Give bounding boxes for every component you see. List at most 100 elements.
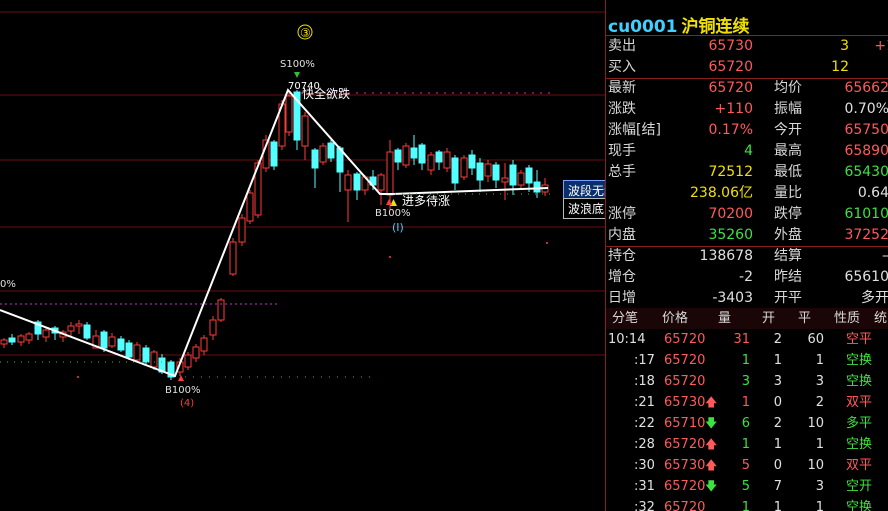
quote-label: 涨停 bbox=[608, 206, 636, 222]
quote-value: 70200 bbox=[708, 206, 753, 222]
candle-body bbox=[435, 151, 443, 163]
header-time[interactable]: 分笔 bbox=[612, 308, 638, 329]
candle-body bbox=[451, 157, 459, 184]
tick-price: 65720 bbox=[664, 332, 706, 347]
tick-row[interactable]: :30 65730 🡅 5 0 10 双平 bbox=[606, 455, 888, 476]
quote-value: -3403 bbox=[712, 290, 753, 306]
quote-label: 今开 bbox=[774, 122, 802, 138]
candle-body bbox=[327, 142, 335, 159]
candle-body bbox=[270, 141, 278, 167]
quote-row: 涨停 70200 跌停 61010 bbox=[606, 204, 888, 225]
tick-close: 2 bbox=[815, 395, 824, 410]
candle-body bbox=[301, 115, 309, 147]
tick-time: :18 bbox=[634, 374, 655, 389]
tick-price: 65720 bbox=[664, 374, 706, 389]
tick-volume: 5 bbox=[741, 458, 750, 473]
quote-label: 总手 bbox=[608, 164, 636, 180]
candle-body bbox=[246, 192, 254, 222]
candle-body bbox=[377, 174, 385, 191]
candle-body bbox=[125, 342, 133, 358]
quote-row: 卖出 65730 3 +1 bbox=[606, 36, 888, 57]
quote-label: 日增 bbox=[608, 290, 636, 306]
tick-volume: 1 bbox=[741, 437, 750, 452]
tick-time: :30 bbox=[634, 458, 655, 473]
tick-volume: 3 bbox=[741, 374, 750, 389]
header-open[interactable]: 开 bbox=[762, 308, 775, 329]
tick-row[interactable]: :21 65730 🡅 1 0 2 双平 bbox=[606, 392, 888, 413]
quote-row: 涨跌 +110 振幅 0.70% bbox=[606, 99, 888, 120]
candle-body bbox=[418, 144, 426, 164]
quote-value: 0.17% bbox=[708, 122, 753, 138]
wave-label-bottom: (4) bbox=[180, 398, 194, 409]
candle-body bbox=[209, 319, 217, 336]
tick-row[interactable]: 10:14 65720 31 2 60 空平 bbox=[606, 329, 888, 350]
candle-body bbox=[394, 149, 402, 163]
tick-open: 7 bbox=[773, 479, 782, 494]
candle-body bbox=[311, 149, 319, 169]
quote-value: 65750 bbox=[844, 122, 888, 138]
tick-row[interactable]: :22 65710 🡇 6 2 10 多平 bbox=[606, 413, 888, 434]
tick-row[interactable]: :32 65720 1 1 1 空换 bbox=[606, 497, 888, 511]
quote-value: 35260 bbox=[708, 227, 753, 243]
header-nature[interactable]: 性质 bbox=[834, 308, 860, 329]
tick-row[interactable]: :18 65720 3 3 3 空换 bbox=[606, 371, 888, 392]
wave-label-mid: (Ⅰ) bbox=[392, 221, 404, 234]
peak-tag: S100% bbox=[280, 59, 315, 70]
tick-row[interactable]: :31 65720 🡇 5 7 3 空开 bbox=[606, 476, 888, 497]
tick-nature: 空换 bbox=[846, 353, 873, 368]
instrument-code: cu0001 bbox=[608, 17, 678, 37]
candle-body bbox=[468, 154, 476, 169]
header-stat[interactable]: 统 bbox=[874, 308, 887, 329]
tick-row[interactable]: :17 65720 1 1 1 空换 bbox=[606, 350, 888, 371]
tick-nature: 空平 bbox=[846, 332, 873, 347]
quote-label: 昨结 bbox=[774, 269, 802, 285]
tick-time: :31 bbox=[634, 479, 655, 494]
right-low-note: 进多待涨 bbox=[402, 193, 450, 208]
candlestick-chart[interactable]: ③ S100% 70740 快全欲跌 B100% (4) 进多待涨 B100% … bbox=[0, 0, 605, 511]
left-percent-tag: 0% bbox=[0, 279, 16, 290]
quote-panel: cu0001沪铜连续 卖出657303+1买入6572012最新65720均价6… bbox=[605, 0, 888, 511]
tick-close: 60 bbox=[807, 332, 824, 347]
candle-body bbox=[67, 325, 75, 332]
quote-label: 内盘 bbox=[608, 227, 636, 243]
tick-price: 65730 bbox=[664, 458, 706, 473]
tick-volume: 1 bbox=[741, 353, 750, 368]
quote-value: 37252 bbox=[844, 227, 888, 243]
candle-body bbox=[142, 347, 150, 363]
header-volume[interactable]: 量 bbox=[718, 308, 731, 329]
quote-value: 65430 bbox=[844, 164, 888, 180]
quote-value: 0.64 bbox=[857, 185, 888, 201]
candle-body bbox=[8, 337, 16, 343]
tick-nature: 空开 bbox=[846, 479, 873, 494]
quote-value: 138678 bbox=[699, 248, 753, 264]
quote-label: 最低 bbox=[774, 164, 802, 180]
header-close[interactable]: 平 bbox=[798, 308, 811, 329]
candle-body bbox=[217, 299, 225, 321]
tick-time: :28 bbox=[634, 437, 655, 452]
tick-volume: 5 bbox=[741, 479, 750, 494]
tick-nature: 双平 bbox=[846, 395, 873, 410]
quote-value: 65720 bbox=[708, 80, 753, 96]
quote-row: 日增 -3403 开平 多开 bbox=[606, 288, 888, 309]
candle-body bbox=[83, 324, 91, 339]
instrument-name: 沪铜连续 bbox=[681, 17, 750, 37]
header-price[interactable]: 价格 bbox=[662, 308, 688, 329]
quote-label: 持仓 bbox=[608, 248, 636, 264]
tick-nature: 空换 bbox=[846, 374, 873, 389]
tick-time: 10:14 bbox=[608, 332, 646, 347]
tick-open: 1 bbox=[773, 353, 782, 368]
quote-row: 总手 72512 最低 65430 bbox=[606, 162, 888, 183]
tick-price: 65730 bbox=[664, 395, 706, 410]
quote-row: 内盘 35260 外盘 37252 bbox=[606, 225, 888, 246]
candle-body bbox=[108, 336, 116, 347]
candle-body bbox=[184, 354, 192, 368]
candle-body bbox=[525, 167, 533, 184]
candle-body bbox=[353, 173, 361, 191]
tick-row[interactable]: :28 65720 🡅 1 1 1 空换 bbox=[606, 434, 888, 455]
candle-body bbox=[402, 145, 410, 166]
candle-body bbox=[117, 338, 125, 351]
up-arrow-icon: 🡅 bbox=[705, 395, 718, 409]
quote-value: -2 bbox=[739, 269, 753, 285]
instrument-title: cu0001 沪铜连续 bbox=[608, 12, 750, 37]
quote-change: +1 bbox=[874, 38, 888, 54]
